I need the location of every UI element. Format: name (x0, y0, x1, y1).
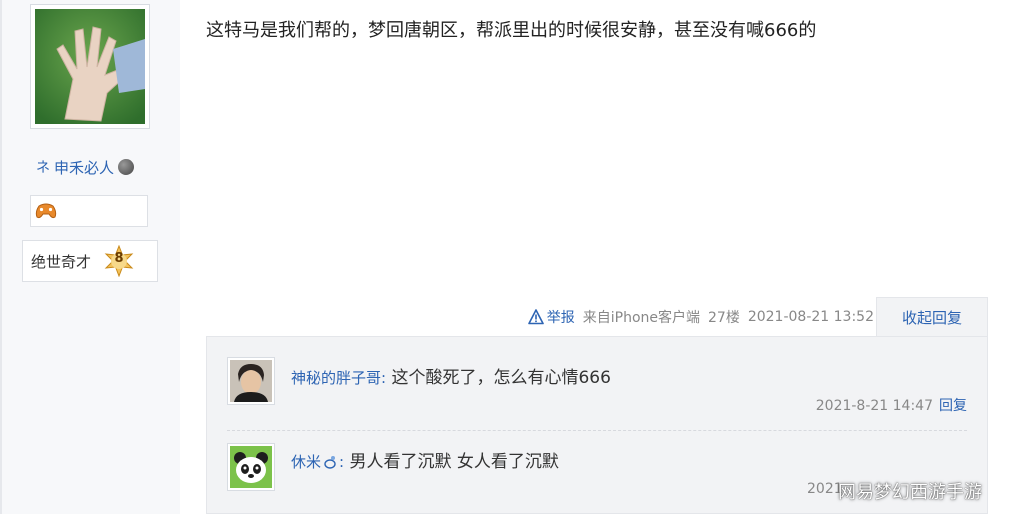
reply-item: 神秘的胖子哥: 这个酸死了，怎么有心情666 2021-8-21 14:47 回复 (227, 357, 967, 437)
ring-icon (324, 456, 336, 469)
reply-text: 男人看了沉默 女人看了沉默 (344, 452, 559, 472)
level-title: 绝世奇才 (31, 252, 92, 271)
reply-username[interactable]: 休米 (291, 453, 321, 471)
reply-avatar[interactable] (227, 443, 275, 491)
watermark: 网易梦幻西游手游 (838, 482, 982, 503)
reply-button[interactable]: 回复 (939, 398, 967, 414)
game-controller-icon[interactable] (35, 202, 57, 220)
username-link[interactable]: 申禾必人 (54, 157, 114, 178)
warning-icon (527, 309, 544, 325)
user-sidebar: ネ 申禾必人 绝世奇才 8 (0, 0, 180, 514)
post-floor: 27楼 (708, 310, 740, 326)
reply-meta: 2021-8-21 14:47 回复 (816, 395, 967, 415)
avatar-image (35, 9, 145, 124)
badge-box (30, 195, 148, 227)
reply-text: 这个酸死了，怎么有心情666 (386, 368, 611, 388)
user-mark-icon: ネ (36, 160, 50, 176)
sidebar-edge (0, 0, 2, 514)
username-row: ネ 申禾必人 (36, 156, 135, 178)
report-link[interactable]: 举报 (527, 307, 575, 327)
star-badge-icon: 8 (103, 244, 135, 278)
panda-icon (230, 446, 272, 488)
person-avatar-icon (230, 360, 272, 402)
reply-avatar[interactable] (227, 357, 275, 405)
reply-divider (227, 430, 967, 431)
post-source: 来自iPhone客户端 (582, 310, 700, 326)
post-content: 这特马是我们帮的，梦回唐朝区，帮派里出的时候很安静，甚至没有喊666的 (206, 20, 817, 41)
reply-time: 2021-8-21 14:47 (815, 398, 933, 414)
reply-content: 神秘的胖子哥: 这个酸死了，怎么有心情666 (291, 363, 611, 388)
post-timestamp: 2021-08-21 13:52 (747, 309, 874, 325)
level-box: 绝世奇才 8 (22, 240, 158, 282)
user-avatar[interactable] (30, 4, 150, 129)
level-number: 8 (114, 251, 124, 266)
reply-content: 休米: 男人看了沉默 女人看了沉默 (291, 447, 559, 472)
post-meta: 举报 来自iPhone客户端 27楼 2021-08-21 13:52 (527, 306, 874, 328)
report-label: 举报 (546, 310, 575, 326)
globe-icon (118, 159, 135, 175)
collapse-replies-button[interactable]: 收起回复 (876, 297, 988, 337)
reply-username[interactable]: 神秘的胖子哥: (291, 369, 386, 387)
